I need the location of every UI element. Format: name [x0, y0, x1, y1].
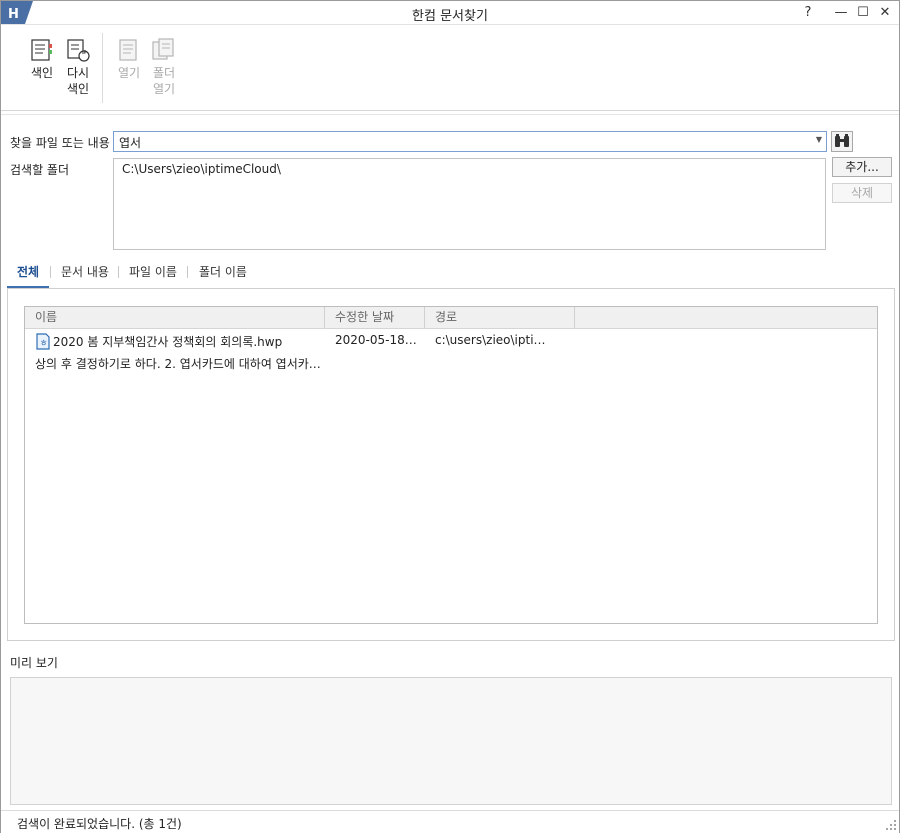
query-label: 찾을 파일 또는 내용 — [10, 136, 110, 150]
result-path[interactable]: c:\users\zieo\ipti… — [435, 333, 546, 347]
result-date[interactable]: 2020-05-18… — [335, 333, 417, 347]
binoculars-icon — [835, 134, 849, 147]
tab-file-name[interactable]: 파일 이름 — [129, 263, 177, 280]
results-table[interactable]: 이름 수정한 날짜 경로 ㅎ 2020 봄 지부책임간사 정책회의 회의록.hw… — [24, 306, 878, 624]
tab-separator — [118, 266, 119, 278]
ribbon-toolbar: 색인 다시 색인 열기 폴더 열기 — [1, 25, 899, 111]
hwp-file-icon: ㅎ — [36, 333, 50, 350]
reindex-label-line1: 다시 — [66, 66, 90, 80]
open-label: 열기 — [117, 66, 141, 80]
preview-area — [10, 677, 892, 805]
folder-list[interactable]: C:\Users\zieo\iptimeCloud\ — [113, 158, 826, 250]
minimize-button[interactable]: — — [830, 3, 852, 23]
tab-separator — [50, 266, 51, 278]
status-text: 검색이 완료되었습니다. (총 1건) — [17, 817, 182, 831]
query-value[interactable]: 엽서 — [119, 134, 141, 151]
maximize-button[interactable]: ☐ — [852, 3, 874, 23]
query-combobox[interactable]: 엽서 ▼ — [113, 131, 827, 152]
open-folder-label-line1: 폴더 — [152, 66, 176, 80]
tab-document-content[interactable]: 문서 내용 — [61, 263, 109, 280]
preview-label: 미리 보기 — [10, 656, 58, 670]
resize-grip-icon[interactable] — [885, 819, 897, 831]
reindex-button[interactable]: 다시 색인 — [61, 37, 95, 97]
tab-separator — [187, 266, 188, 278]
column-header-path[interactable]: 경로 — [425, 307, 575, 328]
result-file-name[interactable]: 2020 봄 지부책임간사 정책회의 회의록.hwp — [53, 333, 282, 350]
tab-folder-name[interactable]: 폴더 이름 — [199, 263, 247, 280]
open-folder-label-line2: 열기 — [152, 82, 176, 96]
open-folder-icon — [152, 38, 174, 60]
result-snippet[interactable]: 상의 후 결정하기로 하다. 2. 엽서카드에 대하여 엽서카… — [35, 355, 321, 372]
search-button[interactable] — [831, 131, 853, 152]
table-header: 이름 수정한 날짜 경로 — [25, 307, 877, 329]
folder-path[interactable]: C:\Users\zieo\iptimeCloud\ — [122, 162, 281, 176]
reindex-label-line2: 색인 — [66, 82, 90, 96]
open-folder-button[interactable]: 폴더 열기 — [147, 37, 181, 97]
window-title: 한컴 문서찾기 — [412, 9, 488, 24]
reindex-icon — [67, 39, 90, 62]
document-index-icon — [31, 39, 52, 61]
app-window: H 한컴 문서찾기 ? — ☐ ✕ 색인 다시 색인 열기 폴더 열기 찾을 파… — [0, 0, 900, 833]
tab-all[interactable]: 전체 — [17, 263, 39, 280]
add-folder-button[interactable]: 추가... — [832, 157, 892, 177]
folder-label: 검색할 폴더 — [10, 163, 70, 177]
ribbon-separator — [102, 33, 103, 103]
close-button[interactable]: ✕ — [874, 3, 896, 23]
chevron-down-icon[interactable]: ▼ — [816, 135, 822, 144]
open-button[interactable]: 열기 — [112, 37, 146, 81]
ribbon-divider — [1, 112, 899, 115]
delete-folder-button[interactable]: 삭제 — [832, 183, 892, 203]
index-label: 색인 — [30, 66, 54, 80]
column-header-name[interactable]: 이름 — [25, 307, 325, 328]
status-bar: 검색이 완료되었습니다. (총 1건) — [1, 810, 899, 833]
open-document-icon — [119, 39, 137, 61]
column-header-date[interactable]: 수정한 날짜 — [325, 307, 425, 328]
index-button[interactable]: 색인 — [25, 37, 59, 81]
svg-text:ㅎ: ㅎ — [40, 339, 48, 349]
title-bar: H 한컴 문서찾기 ? — ☐ ✕ — [1, 1, 899, 25]
help-button[interactable]: ? — [797, 3, 819, 23]
